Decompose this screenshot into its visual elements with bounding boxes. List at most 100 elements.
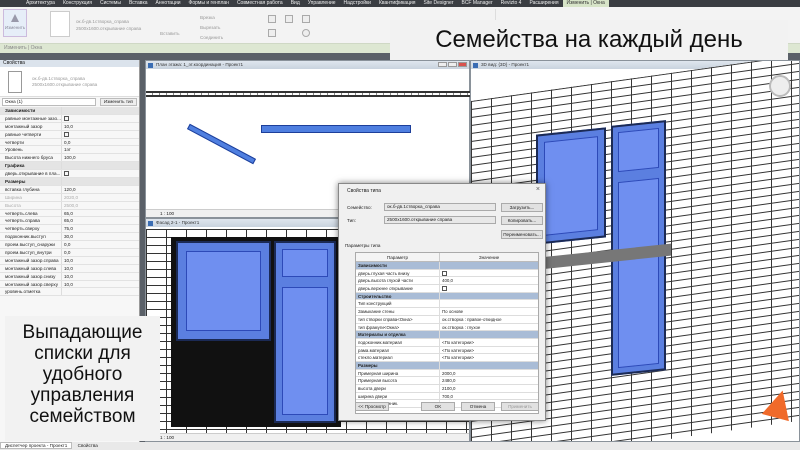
checkbox[interactable] [64, 131, 69, 137]
property-value[interactable]: 2480,0 [440, 377, 538, 384]
mirror-icon[interactable] [302, 15, 310, 23]
property-value[interactable]: 1эт [62, 146, 139, 153]
ribbon-tab[interactable]: Изменить | Окна [562, 0, 609, 7]
ribbon-tab[interactable]: Аннотации [152, 0, 185, 7]
property-value[interactable]: 120,0 [62, 186, 139, 193]
group-header[interactable]: Графика [0, 162, 139, 171]
close-button[interactable] [458, 62, 467, 67]
move-icon[interactable] [268, 29, 276, 37]
load-button[interactable]: Загрузить... [501, 203, 543, 212]
ribbon-tab[interactable]: Site Designer [419, 0, 457, 7]
property-value[interactable] [62, 131, 139, 138]
ribbon-tab[interactable]: Квантификация [375, 0, 420, 7]
ribbon-tab[interactable]: Формы и генплан [185, 0, 233, 7]
property-value[interactable]: ок.створка : глухое [440, 324, 538, 331]
property-value[interactable]: По основе [440, 308, 538, 315]
property-value[interactable]: <По категории> [440, 347, 538, 354]
cursor-icon [11, 14, 19, 22]
property-value[interactable] [62, 115, 139, 122]
cancel-button[interactable]: Отмена [461, 402, 495, 411]
property-value[interactable]: 2000,0 [440, 370, 538, 377]
property-row: монтажный зазор.снизу 10,0 [0, 272, 139, 281]
type-selector[interactable]: ок.б-дв.1створка_справа 2500х1600.открыв… [76, 18, 141, 32]
property-row: четверть.справа 65,0 [0, 217, 139, 226]
property-value[interactable] [440, 270, 538, 277]
property-value[interactable]: 0,0 [62, 249, 139, 256]
ribbon-tab[interactable]: Управление [304, 0, 340, 7]
property-value[interactable]: 0,0 [62, 139, 139, 146]
group-header[interactable]: Строительство [356, 292, 538, 301]
property-value[interactable]: 700,0 [440, 393, 538, 400]
group-header[interactable]: Зависимости [356, 262, 538, 270]
group-header[interactable]: Зависимости [0, 107, 139, 115]
instance-filter[interactable]: Окна (1) [2, 98, 96, 106]
ribbon-tab[interactable]: Revizto 4 [497, 0, 526, 7]
close-icon[interactable]: × [536, 186, 540, 193]
preview-button[interactable]: << Просмотр [355, 402, 389, 411]
property-row: четверть.слева 65,0 [0, 209, 139, 218]
rotate-icon[interactable] [302, 29, 310, 37]
property-value[interactable]: 65,0 [62, 210, 139, 217]
checkbox[interactable] [442, 286, 447, 292]
navigation-wheel-icon[interactable] [769, 75, 791, 97]
ribbon-tab[interactable]: Совместная работа [233, 0, 287, 7]
group-header[interactable]: Материалы и отделка [356, 331, 538, 339]
property-value[interactable]: 75,0 [62, 225, 139, 232]
property-value[interactable] [440, 285, 538, 292]
property-value[interactable] [62, 170, 139, 177]
join-button[interactable]: Соединить [200, 33, 223, 43]
property-value[interactable]: 0,0 [62, 241, 139, 248]
ribbon-tab[interactable]: Конструкция [59, 0, 96, 7]
checkbox[interactable] [442, 271, 447, 277]
property-value[interactable]: 400,0 [440, 277, 538, 284]
ribbon-tab[interactable]: BCF Manager [457, 0, 496, 7]
type-select[interactable]: 2500х1600.открывание справа [384, 216, 496, 224]
property-value[interactable]: 2020,0 [62, 194, 139, 201]
checkbox[interactable] [64, 171, 69, 177]
ribbon-tab[interactable]: Надстройки [340, 0, 375, 7]
family-select[interactable]: ок.б-дв.1створка_справа [384, 203, 496, 211]
duplicate-button[interactable]: Копировать... [501, 216, 543, 225]
group-header[interactable]: Размеры [0, 178, 139, 186]
property-row: Примерная ширина 2000,0 [356, 369, 538, 378]
paste-button[interactable]: Вставить [160, 31, 179, 36]
maximize-button[interactable] [448, 62, 457, 67]
group-header[interactable]: Размеры [356, 361, 538, 370]
property-value[interactable]: 2100,0 [440, 385, 538, 392]
edit-type-button[interactable]: Изменить тип [99, 98, 137, 106]
type-selector[interactable]: ок.б-дв.1створка_справа 2500х1600.открыв… [0, 67, 139, 97]
minimize-button[interactable] [438, 62, 447, 67]
property-value[interactable]: 10,0 [62, 123, 139, 130]
ribbon-tab[interactable]: Архитектура [22, 0, 59, 7]
offset-icon[interactable] [285, 15, 293, 23]
property-value[interactable]: <По категории> [440, 354, 538, 361]
rename-button[interactable]: Переименовать... [501, 230, 543, 239]
property-row: Высота нижнего бруса 100,0 [0, 154, 139, 163]
ribbon-tab[interactable]: Расширения [525, 0, 562, 7]
property-value[interactable] [62, 288, 139, 295]
property-value[interactable]: 65,0 [62, 217, 139, 224]
ribbon-tab[interactable]: Вид [287, 0, 304, 7]
property-value[interactable]: 100,0 [62, 154, 139, 161]
apply-button[interactable]: Применить [501, 402, 539, 411]
property-value[interactable] [440, 300, 538, 307]
property-value[interactable]: 10,0 [62, 257, 139, 264]
property-value[interactable]: 30,0 [62, 233, 139, 240]
ok-button[interactable]: OK [421, 402, 455, 411]
cut-geometry-button[interactable]: Врезка [200, 13, 223, 23]
property-value[interactable]: 2500,0 [62, 202, 139, 209]
checkbox[interactable] [64, 116, 69, 122]
align-icon[interactable] [268, 15, 276, 23]
property-row: монтажный зазор 10,0 [0, 122, 139, 131]
property-value[interactable]: <По категории> [440, 339, 538, 346]
ribbon-tab[interactable]: Системы [96, 0, 125, 7]
property-value[interactable]: 10,0 [62, 273, 139, 280]
property-value[interactable]: 10,0 [62, 281, 139, 288]
modify-button[interactable]: Изменить [3, 9, 27, 37]
property-value[interactable]: 10,0 [62, 265, 139, 272]
property-value[interactable]: ок.створка : правое-откидное [440, 316, 538, 323]
cut-button[interactable]: Вырезать [200, 23, 223, 33]
project-browser-tab[interactable]: Диспетчер проекта - Проект1 [0, 442, 73, 449]
properties-tab[interactable]: Свойства [74, 443, 102, 448]
ribbon-tab[interactable]: Вставка [125, 0, 152, 7]
